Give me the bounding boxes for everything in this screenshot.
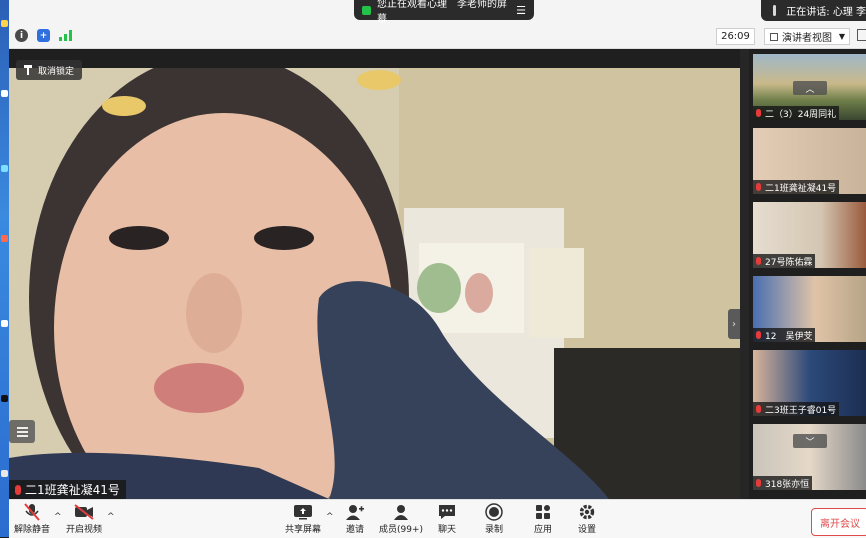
add-user-icon [345,503,365,521]
list-icon[interactable]: ☰ [516,4,526,17]
unmute-button[interactable]: 解除静音 [9,503,55,537]
share-screen-icon [293,503,313,521]
mic-muted-icon [22,503,42,521]
meeting-timer: 26:09 [716,28,755,45]
mic-muted-icon [756,183,761,191]
participant-name: 12 吴伊芠 [753,328,816,342]
record-icon [484,503,504,521]
participant-name: 27号陈佑霖 [753,254,816,268]
microphone-icon [773,5,777,16]
list-icon[interactable] [9,420,35,443]
record-button[interactable]: 录制 [471,503,517,537]
gear-icon [577,503,597,521]
status-bar: i + 26:09 演讲者视图 ▼ [9,24,866,49]
signal-icon[interactable] [59,29,72,42]
view-mode-button[interactable]: 演讲者视图 ▼ [764,28,850,45]
chat-button[interactable]: 聊天 [424,503,470,537]
main-video-area: 取消锁定 二1班龚祉凝41号 › [9,49,740,499]
main-speaker-video [9,68,740,499]
chevron-down-icon: ▼ [838,32,845,41]
desktop-icon [1,395,8,402]
desktop-icon [1,320,8,327]
unpin-button[interactable]: 取消锁定 [16,60,83,80]
meeting-toolbar: 解除静音 ^ 开启视频 ^ 共享屏幕 ^ 邀请 成员(99+) 聊天 录制 应用… [9,499,866,538]
participant-name: 二（3）24周同礼 [753,106,840,120]
view-mode-label: 演讲者视图 [782,33,832,44]
chevron-up-icon[interactable]: ︿ [793,81,827,95]
settings-button[interactable]: 设置 [564,503,610,537]
desktop-icon [1,235,8,242]
speaking-label: 正在讲话: 心理 李 [786,7,866,18]
participant-tile[interactable]: 12 吴伊芠 [753,276,866,342]
participant-gallery: ︿ 二（3）24周同礼 二1班龚祉凝41号 27号陈佑霖 12 吴伊芠 二3班王… [749,49,866,499]
shield-icon[interactable]: + [37,29,50,42]
chat-icon [437,503,457,521]
mic-muted-icon [756,331,761,339]
invite-button[interactable]: 邀请 [332,503,378,537]
mic-muted-icon [756,257,761,265]
participant-name: 318张亦恒 [753,476,813,490]
desktop-icon [1,90,8,97]
chevron-up-icon[interactable]: ^ [107,512,115,522]
apps-button[interactable]: 应用 [520,503,566,537]
apps-icon [533,503,553,521]
participant-name: 二3班王子睿01号 [753,402,840,416]
pin-icon [24,65,32,75]
participant-tile[interactable]: ︿ 二（3）24周同礼 [753,54,866,120]
desktop-icon [1,470,8,477]
mic-muted-icon [756,479,761,487]
collapse-gallery-button[interactable]: › [728,309,740,339]
chevron-right-icon: › [732,318,736,330]
participant-tile[interactable]: 27号陈佑霖 [753,202,866,268]
info-icon[interactable]: i [15,29,28,42]
share-screen-button[interactable]: 共享屏幕 [280,503,326,537]
mic-muted-icon [756,405,761,413]
participant-tile[interactable]: 二1班龚祉凝41号 [753,128,866,194]
desktop-strip [0,0,9,537]
unpin-label: 取消锁定 [38,66,75,77]
speaker-name-label: 二1班龚祉凝41号 [9,480,126,499]
speaker-video-image [9,68,740,499]
grid-icon [770,32,778,41]
mic-muted-icon [15,484,21,495]
mic-muted-icon [756,109,761,117]
video-off-icon [74,503,94,521]
participants-button[interactable]: 成员(99+) [378,503,424,537]
screen-share-banner[interactable]: 您正在观看心理 李老师的屏幕 ☰ [354,0,534,25]
active-speaker-indicator: 正在讲话: 心理 李 [761,0,866,21]
leave-meeting-button[interactable]: 离开会议 [811,508,866,536]
participant-tile[interactable]: 二3班王子睿01号 [753,350,866,416]
participant-name: 二1班龚祉凝41号 [753,180,840,194]
speaker-name: 二1班龚祉凝41号 [25,483,120,497]
share-screen-icon [362,5,371,15]
fullscreen-icon[interactable] [857,29,866,41]
start-video-button[interactable]: 开启视频 [61,503,107,537]
meeting-window: 您正在观看心理 李老师的屏幕 ☰ 正在讲话: 心理 李 i + 26:09 演讲… [9,0,866,538]
desktop-icon [1,20,8,27]
users-icon [391,503,411,521]
desktop-icon [1,165,8,172]
chevron-down-icon[interactable]: ﹀ [793,434,827,448]
share-banner-text: 您正在观看心理 李老师的屏幕 [376,0,507,25]
participant-tile[interactable]: ﹀ 318张亦恒 [753,424,866,490]
